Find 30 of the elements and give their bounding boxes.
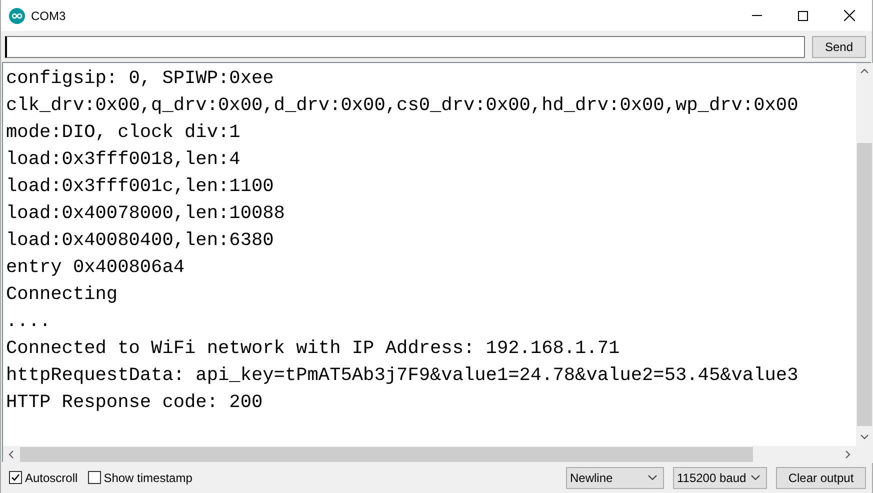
checkbox-label: Show timestamp xyxy=(104,470,192,484)
dropdown[interactable]: Newline xyxy=(566,466,664,488)
app-logo-icon xyxy=(9,8,25,24)
checkbox-label: Autoscroll xyxy=(25,470,78,484)
output-line: HTTP Response code: 200 xyxy=(6,391,263,415)
output-line: clk_drv:0x00,q_drv:0x00,d_drv:0x00,cs0_drv:0x00,hd_drv:0x00,wp_drv:0x00 xyxy=(6,94,798,118)
send-button[interactable]: Send xyxy=(812,36,866,58)
caret-icon xyxy=(648,475,657,480)
close-icon[interactable] xyxy=(844,10,854,21)
output-line: load:0x40078000,len:10088 xyxy=(6,202,285,226)
checkbox[interactable] xyxy=(9,471,22,484)
window-title: COM3 xyxy=(31,8,67,22)
message-input-field[interactable] xyxy=(5,36,805,58)
output-line: mode:DIO, clock div:1 xyxy=(6,121,240,145)
caret-icon xyxy=(751,475,760,480)
horizontal-scrollbar[interactable] xyxy=(3,446,856,463)
output-line: entry 0x400806a4 xyxy=(6,256,185,280)
maximize-icon[interactable] xyxy=(798,10,808,20)
output-line: httpRequestData: api_key=tPmAT5Ab3j7F9&value1=24.78&value2=53.45&value3 xyxy=(6,364,798,388)
output-line: load:0x3fff0018,len:4 xyxy=(6,148,240,172)
dropdown[interactable]: 115200 baud xyxy=(673,466,767,488)
vertical-scrollbar[interactable] xyxy=(856,63,873,446)
checkbox[interactable] xyxy=(88,471,101,484)
clear-output-button[interactable]: Clear output xyxy=(776,466,866,488)
output-line: configsip: 0, SPIWP:0xee xyxy=(6,67,274,91)
output-line: load:0x3fff001c,len:1100 xyxy=(6,175,274,199)
output-line: load:0x40080400,len:6380 xyxy=(6,229,274,253)
output-line: Connected to WiFi network with IP Address: 192.168.1.71 xyxy=(6,337,620,361)
output-line: .... xyxy=(6,310,51,334)
output-line: Connecting xyxy=(6,283,118,307)
